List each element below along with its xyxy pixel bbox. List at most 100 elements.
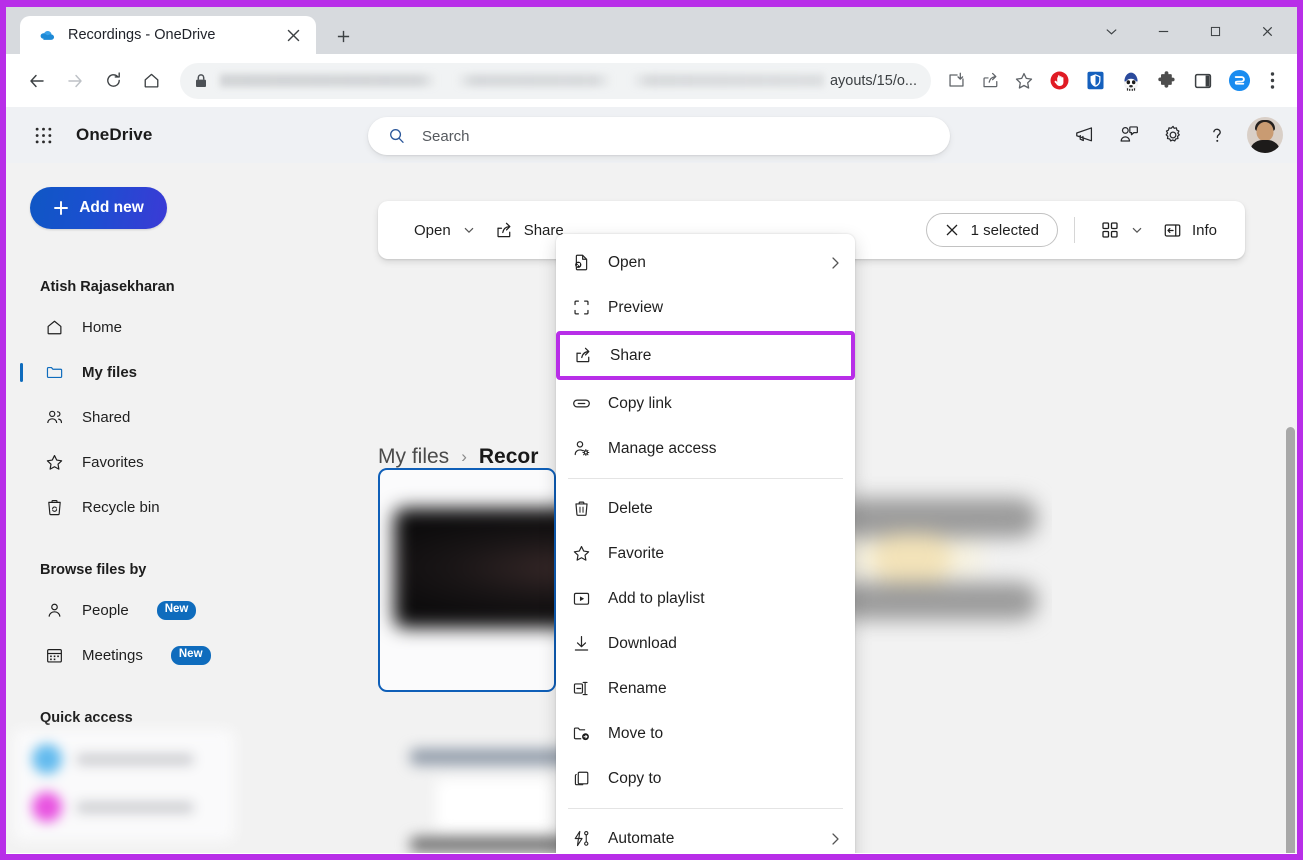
menu-item-open[interactable]: Open xyxy=(556,240,855,285)
file-card-selected[interactable] xyxy=(378,468,556,692)
close-x-icon[interactable] xyxy=(945,223,959,237)
install-app-icon[interactable] xyxy=(939,64,973,98)
sidebar-item-home[interactable]: Home xyxy=(6,305,292,350)
forward-arrow-icon[interactable] xyxy=(56,62,94,100)
close-icon[interactable] xyxy=(1241,13,1293,49)
sidebar-item-meetings[interactable]: Meetings New xyxy=(6,633,292,678)
manage-access-icon xyxy=(570,439,592,458)
sidebar-item-people[interactable]: People New xyxy=(6,588,292,633)
menu-item-add-to-playlist[interactable]: Add to playlist xyxy=(556,576,855,621)
info-label: Info xyxy=(1192,222,1217,239)
app-launcher-icon[interactable] xyxy=(26,118,60,152)
megaphone-icon[interactable] xyxy=(1065,115,1105,155)
list-item[interactable] xyxy=(32,792,194,822)
sidepanel-icon[interactable] xyxy=(1185,63,1221,99)
quick-access-title: Quick access xyxy=(6,710,292,726)
status-badge: New xyxy=(171,646,211,665)
sidebar-item-label: Favorites xyxy=(82,454,144,471)
menu-item-label: Download xyxy=(608,635,841,653)
page-title[interactable]: OneDrive xyxy=(76,125,152,145)
scrollbar-track[interactable] xyxy=(1283,219,1297,853)
breadcrumb-current: Recor xyxy=(479,445,539,469)
browser-tab[interactable]: Recordings - OneDrive xyxy=(20,16,316,54)
selection-pill[interactable]: 1 selected xyxy=(926,213,1058,247)
privacy-badger-icon[interactable] xyxy=(1113,63,1149,99)
menu-item-label: Manage access xyxy=(608,440,841,458)
menu-item-move-to[interactable]: Move to xyxy=(556,711,855,756)
address-bar[interactable]: ayouts/15/o... xyxy=(180,63,931,99)
status-badge: New xyxy=(157,601,197,620)
sidebar-item-favorites[interactable]: Favorites xyxy=(6,440,292,485)
home-icon[interactable] xyxy=(132,62,170,100)
menu-item-automate[interactable]: Automate xyxy=(556,816,855,853)
home-icon xyxy=(44,318,64,337)
feedback-icon[interactable] xyxy=(1109,115,1149,155)
back-arrow-icon[interactable] xyxy=(18,62,56,100)
password-manager-icon[interactable] xyxy=(1077,63,1113,99)
open-button[interactable]: Open xyxy=(404,211,485,249)
open-label: Open xyxy=(414,222,451,239)
browser-window: Recordings - OneDrive xyxy=(6,7,1297,853)
browser-tabstrip: Recordings - OneDrive xyxy=(6,7,1297,54)
window-controls xyxy=(1085,13,1293,49)
search-input[interactable]: Search xyxy=(368,117,950,155)
info-panel-icon xyxy=(1163,221,1182,240)
suite-header: OneDrive Search xyxy=(6,107,1297,163)
sidebar-item-recycle-bin[interactable]: Recycle bin xyxy=(6,485,292,530)
chevron-down-icon[interactable] xyxy=(1085,13,1137,49)
avatar[interactable] xyxy=(1247,117,1283,153)
puzzle-extensions-icon[interactable] xyxy=(1149,63,1185,99)
menu-separator xyxy=(568,808,843,809)
info-button[interactable]: Info xyxy=(1153,211,1227,249)
trash-recycle-icon xyxy=(44,498,64,517)
menu-item-label: Move to xyxy=(608,725,841,743)
settings-gear-icon[interactable] xyxy=(1153,115,1193,155)
menu-item-manage-access[interactable]: Manage access xyxy=(556,426,855,471)
onedrive-page: OneDrive Search xyxy=(6,107,1297,853)
maximize-icon[interactable] xyxy=(1189,13,1241,49)
adblock-icon[interactable] xyxy=(1041,63,1077,99)
address-url-blurred xyxy=(220,74,824,87)
star-icon xyxy=(570,544,592,563)
file-card[interactable] xyxy=(378,715,556,853)
browse-files-by-title: Browse files by xyxy=(6,562,292,578)
tab-close-icon[interactable] xyxy=(280,22,306,48)
menu-item-label: Copy link xyxy=(608,395,841,413)
menu-item-favorite[interactable]: Favorite xyxy=(556,531,855,576)
new-tab-button[interactable] xyxy=(328,22,358,50)
menu-item-rename[interactable]: Rename xyxy=(556,666,855,711)
scrollbar-thumb[interactable] xyxy=(1286,427,1295,853)
bookmark-star-icon[interactable] xyxy=(1007,64,1041,98)
minimize-icon[interactable] xyxy=(1137,13,1189,49)
breadcrumb-root[interactable]: My files xyxy=(378,445,449,469)
file-card[interactable] xyxy=(822,468,1052,692)
list-item-avatar xyxy=(32,744,62,774)
share-icon[interactable] xyxy=(973,64,1007,98)
list-item[interactable] xyxy=(32,744,194,774)
menu-item-copy-to[interactable]: Copy to xyxy=(556,756,855,801)
download-icon xyxy=(570,634,592,653)
profile-sync-icon[interactable] xyxy=(1221,63,1257,99)
plus-icon xyxy=(53,200,69,216)
menu-item-copy-link[interactable]: Copy link xyxy=(556,381,855,426)
sidebar-item-my-files[interactable]: My files xyxy=(6,350,292,395)
search-placeholder: Search xyxy=(422,128,470,145)
view-switcher[interactable] xyxy=(1091,211,1153,249)
file-thumbnail xyxy=(832,486,1052,676)
quick-access-blurred-list[interactable] xyxy=(6,736,252,853)
menu-item-label: Copy to xyxy=(608,770,841,788)
kebab-menu-icon[interactable] xyxy=(1257,63,1287,99)
sidebar-item-label: Home xyxy=(82,319,122,336)
menu-item-share[interactable]: Share xyxy=(558,333,853,378)
automate-flow-icon xyxy=(570,829,592,848)
lock-icon xyxy=(194,73,210,89)
move-to-folder-icon xyxy=(570,724,592,743)
menu-item-preview[interactable]: Preview xyxy=(556,285,855,330)
add-new-button[interactable]: Add new xyxy=(30,187,167,229)
browser-toolbar: ayouts/15/o... xyxy=(6,54,1297,107)
sidebar-item-shared[interactable]: Shared xyxy=(6,395,292,440)
menu-item-download[interactable]: Download xyxy=(556,621,855,666)
reload-icon[interactable] xyxy=(94,62,132,100)
help-question-icon[interactable] xyxy=(1197,115,1237,155)
menu-item-delete[interactable]: Delete xyxy=(556,486,855,531)
